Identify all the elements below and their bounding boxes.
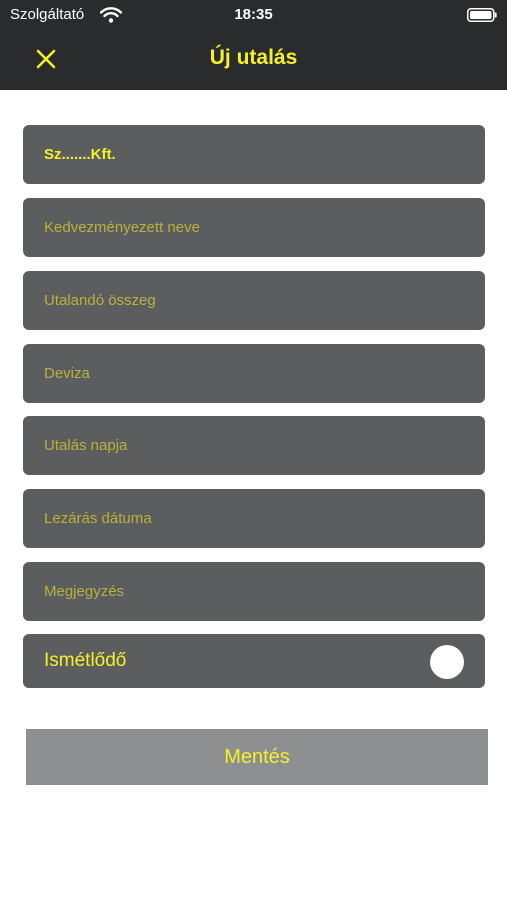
amount-field[interactable]: [23, 271, 485, 330]
save-button[interactable]: Mentés: [26, 729, 488, 785]
close-date-input[interactable]: [23, 489, 485, 548]
beneficiary-input[interactable]: [23, 198, 485, 257]
currency-input[interactable]: [23, 344, 485, 403]
close-date-field[interactable]: [23, 489, 485, 548]
transfer-date-input[interactable]: [23, 416, 485, 475]
status-bar: Szolgáltató 18:35: [0, 0, 507, 30]
transfer-date-field[interactable]: [23, 416, 485, 475]
amount-input[interactable]: [23, 271, 485, 330]
recurring-toggle[interactable]: [430, 645, 464, 679]
currency-field[interactable]: [23, 344, 485, 403]
page-title: Új utalás: [209, 46, 298, 69]
battery-icon: [467, 8, 497, 22]
recurring-row: Ismétlődő: [23, 634, 485, 688]
note-field[interactable]: [23, 562, 485, 621]
beneficiary-field[interactable]: [23, 198, 485, 257]
recurring-label: Ismétlődő: [44, 650, 127, 671]
clock: 18:35: [234, 6, 273, 23]
note-input[interactable]: [23, 562, 485, 621]
nav-bar: Új utalás: [0, 30, 507, 90]
company-input[interactable]: [23, 125, 485, 184]
company-field[interactable]: [23, 125, 485, 184]
